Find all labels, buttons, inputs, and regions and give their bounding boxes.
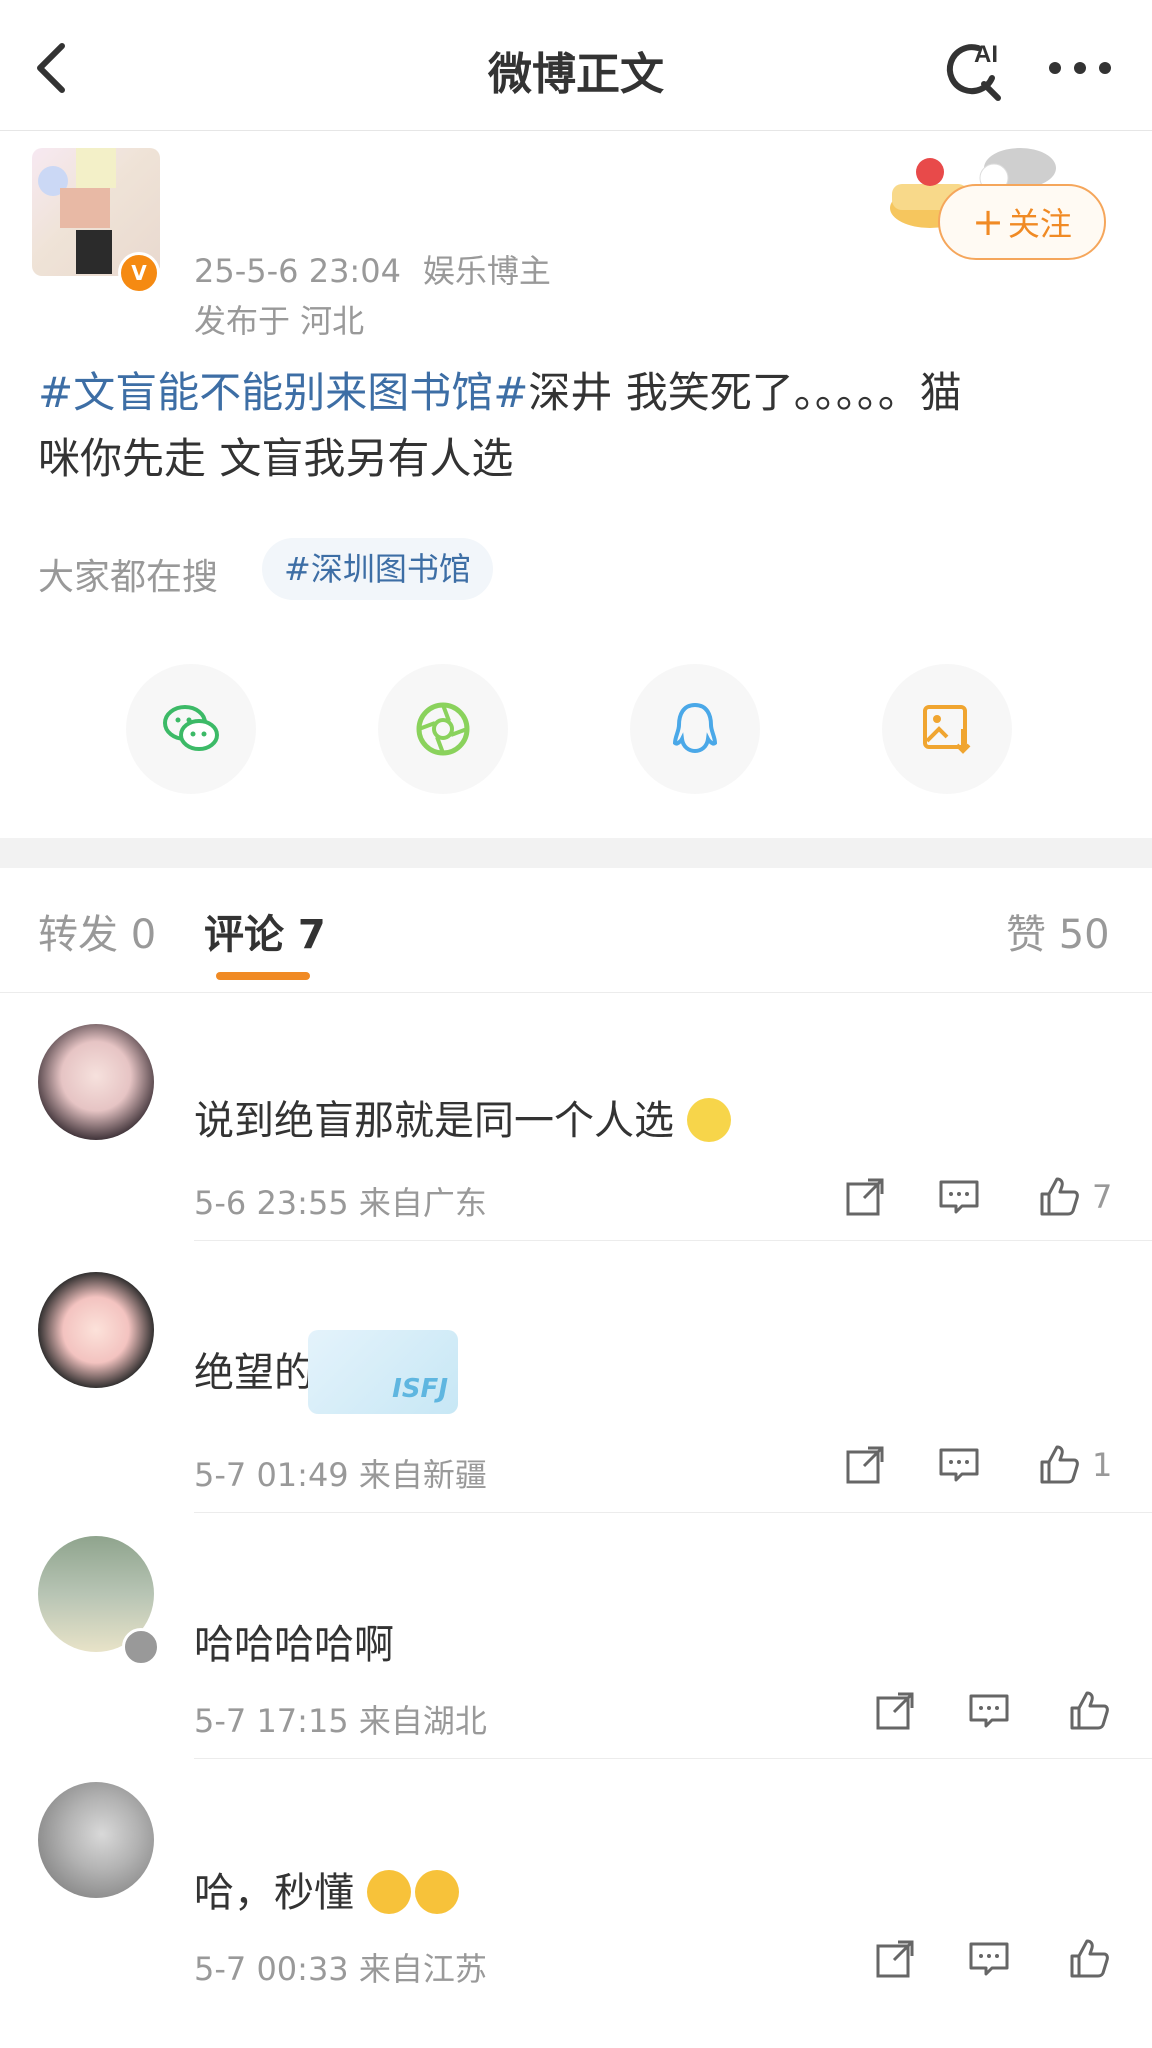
comment-separator (194, 1240, 1152, 1241)
post-datetime: 25-5-6 23:04 (194, 252, 401, 290)
comment-meta: 5-7 17:15 来自湖北 (194, 1702, 487, 1740)
comment-reply-button[interactable] (966, 1688, 1012, 1734)
post-source: 娱乐博主 (422, 252, 551, 290)
comment-like-button[interactable] (1066, 1688, 1112, 1734)
post-location: 发布于 河北 (194, 302, 365, 340)
duck-emoji-icon (686, 1098, 731, 1142)
thumbs-up-icon (1070, 1939, 1109, 1978)
comment-share-button[interactable] (872, 1688, 918, 1734)
comment-like-count: 1 (1092, 1446, 1113, 1484)
laugh-cry-emoji-icon (414, 1870, 459, 1914)
comment-reply-button[interactable] (966, 1936, 1012, 1982)
moments-icon (416, 702, 470, 756)
share-wechat-button[interactable] (126, 664, 256, 794)
plus-icon: + (972, 200, 1004, 244)
thumbs-up-icon (1040, 1177, 1079, 1216)
comment-share-button[interactable] (842, 1174, 888, 1220)
user-badge-icon (122, 1628, 160, 1666)
save-image-icon (923, 705, 971, 754)
more-options-button[interactable] (1045, 48, 1115, 88)
section-divider (0, 838, 1152, 868)
reply-icon (939, 1180, 979, 1214)
comment-text: 哈，秒懂 (194, 1860, 459, 1918)
comment-meta: 5-7 00:33 来自江苏 (194, 1950, 487, 1988)
tab-comments[interactable]: 评论 7 (204, 902, 326, 960)
comment-avatar[interactable] (38, 1024, 154, 1140)
more-dots-icon (1049, 62, 1111, 74)
comment-separator (194, 1512, 1152, 1513)
comment-like-button[interactable] (1036, 1442, 1082, 1488)
tab-reposts[interactable]: 转发 0 (38, 902, 156, 960)
svg-text:AI: AI (974, 41, 998, 68)
post-body: #文盲能不能别来图书馆#深井 我笑死了。。。。。猫 咪你先走 文盲我另有人选 (38, 360, 1118, 492)
thumbs-up-icon (1070, 1691, 1109, 1730)
comment-text: 说到绝盲那就是同一个人选 (194, 1088, 731, 1146)
hashtag-link[interactable]: #文盲能不能别来图书馆# (38, 368, 528, 417)
comment-share-button[interactable] (842, 1442, 888, 1488)
tabs-border (0, 992, 1152, 993)
comment-avatar[interactable] (38, 1782, 154, 1898)
wechat-icon (163, 705, 219, 751)
comment-reply-button[interactable] (936, 1174, 982, 1220)
active-tab-indicator (216, 972, 310, 980)
trending-label: 大家都在搜 (38, 557, 219, 598)
reply-icon (969, 1942, 1009, 1976)
comment-separator (194, 1758, 1152, 1759)
laugh-cry-emoji-icon (366, 1870, 411, 1914)
reply-icon (969, 1694, 1009, 1728)
comment-meta: 5-7 01:49 来自新疆 (194, 1456, 487, 1494)
verified-badge-icon: V (118, 252, 160, 294)
qq-icon (672, 702, 718, 754)
thumbs-up-icon (1040, 1445, 1079, 1484)
ai-search-icon: AI (946, 41, 1001, 101)
share-icon (876, 1940, 914, 1978)
share-qq-button[interactable] (630, 664, 760, 794)
post-text-line1: 深井 我笑死了。。。。。猫 (528, 368, 962, 417)
save-image-button[interactable] (882, 664, 1012, 794)
sticker-image[interactable]: ISFJ (308, 1330, 458, 1414)
follow-button[interactable]: + 关注 (938, 184, 1106, 260)
comment-like-button[interactable] (1066, 1936, 1112, 1982)
share-icon (846, 1446, 884, 1484)
comment-share-button[interactable] (872, 1936, 918, 1982)
comment-like-button[interactable] (1036, 1174, 1082, 1220)
comment-meta: 5-6 23:55 来自广东 (194, 1184, 487, 1222)
reply-icon (939, 1448, 979, 1482)
share-icon (876, 1692, 914, 1730)
top-nav-bar: 微博正文 AI (0, 0, 1152, 131)
share-icon (846, 1178, 884, 1216)
comment-text: 哈哈哈哈啊 (194, 1622, 394, 1668)
comment-reply-button[interactable] (936, 1442, 982, 1488)
post-text-line2: 咪你先走 文盲我另有人选 (38, 434, 514, 483)
share-moments-button[interactable] (378, 664, 508, 794)
comment-like-count: 7 (1092, 1178, 1113, 1216)
comment-avatar[interactable] (38, 1272, 154, 1388)
ai-search-button[interactable]: AI (938, 34, 1008, 104)
tab-likes[interactable]: 赞 50 (1006, 902, 1110, 960)
post-meta: 25-5-6 23:04 娱乐博主 (194, 246, 551, 292)
trending-tag-chip[interactable]: #深圳图书馆 (262, 538, 493, 600)
